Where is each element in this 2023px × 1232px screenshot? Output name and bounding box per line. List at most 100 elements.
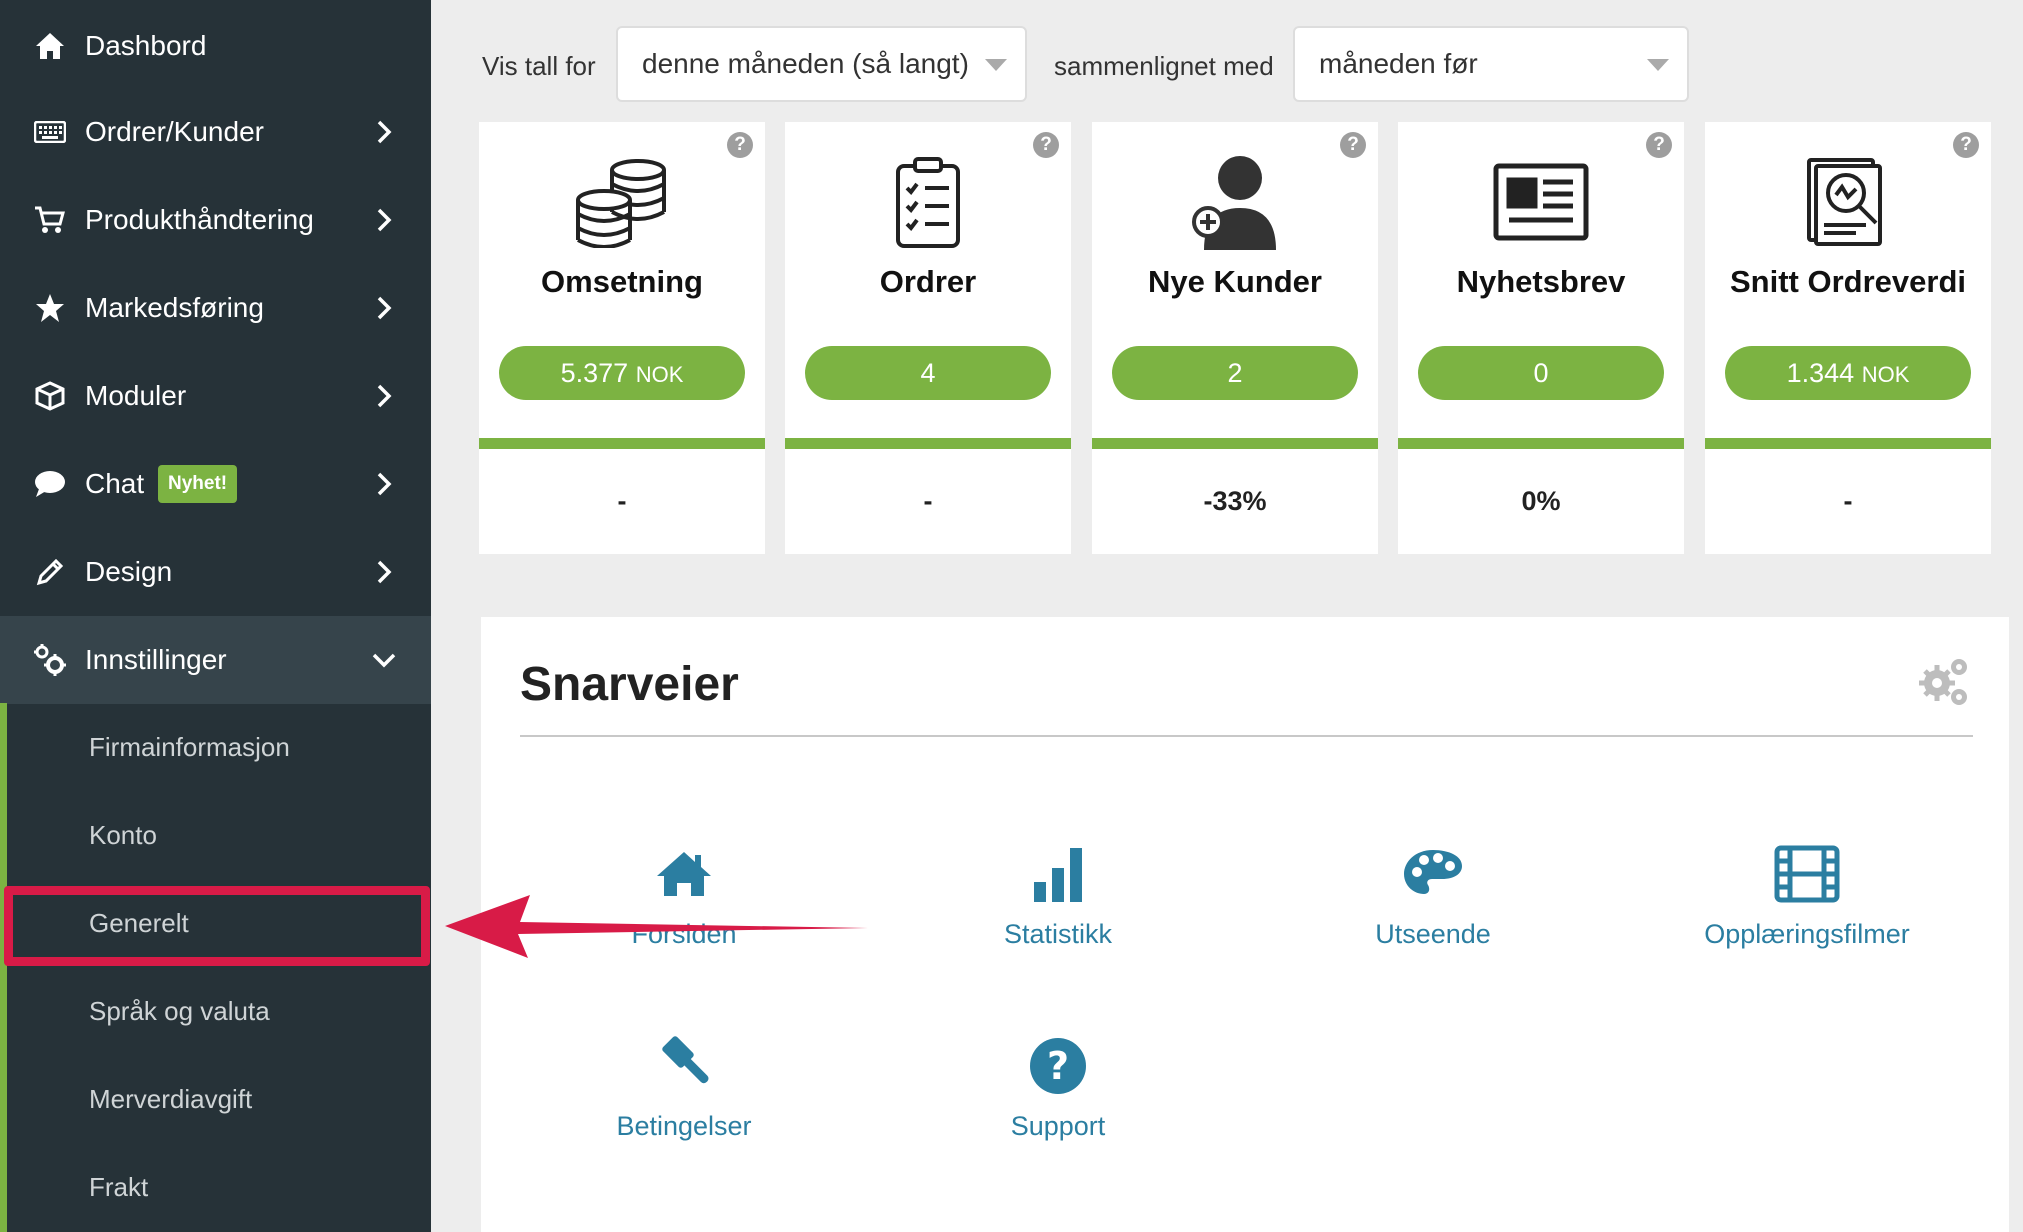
submenu-item-sprak-og-valuta[interactable]: Språk og valuta (7, 967, 431, 1055)
card-change: - (923, 486, 933, 516)
card-title: Snitt Ordreverdi (1730, 264, 1966, 299)
period-label: Vis tall for (482, 51, 596, 81)
card-value-pill: 1.344 NOK (1725, 346, 1971, 400)
dropdown-arrow-icon (985, 59, 1007, 71)
chevron-right-icon (377, 120, 392, 144)
dropdown-arrow-icon (1647, 59, 1669, 71)
card-divider-bar (479, 438, 765, 449)
submenu-item-label: Merverdiavgift (89, 1083, 253, 1114)
coins-icon (479, 152, 765, 252)
card-value: 4 (920, 358, 936, 388)
card-unit: NOK (635, 362, 684, 387)
card-title: Omsetning (541, 264, 703, 299)
sidebar-item-dashbord[interactable]: Dashbord (0, 2, 431, 90)
question-icon: ? (908, 1031, 1208, 1101)
shortcut-label: Betingelser (616, 1111, 752, 1141)
card-change: 0% (1521, 486, 1561, 516)
card-value-pill: 2 (1112, 346, 1358, 400)
submenu-item-label: Konto (89, 819, 157, 850)
submenu-item-label: Frakt (89, 1171, 149, 1202)
card-value: 1.344 (1786, 358, 1855, 388)
sidebar-item-label: Design (85, 556, 173, 587)
card-divider-bar (1705, 438, 1991, 449)
shortcut-utseende[interactable]: Utseende (1283, 839, 1583, 950)
submenu-item-konto[interactable]: Konto (7, 791, 431, 879)
shortcut-support[interactable]: ? Support (908, 1031, 1208, 1142)
cogs-icon (33, 643, 67, 677)
sidebar-item-label: Markedsføring (85, 292, 264, 323)
shortcut-label: Support (1010, 1111, 1106, 1141)
chevron-right-icon (377, 472, 392, 496)
compare-select[interactable]: måneden før (1293, 26, 1689, 102)
shortcuts-panel: Snarveier Forsiden Statistikk Utseende O… (481, 617, 2009, 1232)
card-title: Ordrer (879, 264, 977, 299)
stat-card-snitt-ordreverdi: ? Snitt Ordreverdi 1.344 NOK - (1705, 122, 1991, 554)
panel-title: Snarveier (520, 658, 739, 711)
sidebar-item-label: Dashbord (85, 30, 207, 61)
stat-card-nye-kunder: ? Nye Kunder 2 -33% (1092, 122, 1378, 554)
gears-icon[interactable] (1917, 653, 1973, 709)
home-icon (33, 29, 67, 63)
gavel-icon (534, 1031, 834, 1101)
panel-divider (520, 735, 1973, 737)
submenu-item-label: Språk og valuta (89, 995, 270, 1026)
sidebar-item-label: Innstillinger (85, 644, 227, 675)
new-badge: Nyhet! (158, 465, 238, 503)
chevron-down-icon (372, 653, 396, 668)
compare-select-value: måneden før (1319, 48, 1478, 79)
add-user-icon (1092, 152, 1378, 252)
star-icon (33, 291, 67, 325)
card-value-pill: 4 (805, 346, 1051, 400)
card-change: - (617, 486, 627, 516)
sidebar-item-label: Chat (85, 468, 145, 499)
report-search-icon (1705, 152, 1991, 252)
card-value-pill: 5.377 NOK (499, 346, 745, 400)
chevron-right-icon (377, 560, 392, 584)
card-change: -33% (1203, 486, 1267, 516)
keyboard-icon (33, 115, 67, 149)
card-unit: NOK (1861, 362, 1910, 387)
chevron-right-icon (377, 296, 392, 320)
sidebar-item-innstillinger[interactable]: Innstillinger (0, 616, 431, 704)
sidebar-item-moduler[interactable]: Moduler (0, 352, 431, 440)
stat-card-omsetning: ? Omsetning 5.377 NOK - (479, 122, 765, 554)
card-value: 5.377 (560, 358, 629, 388)
submenu-item-merverdiavgift[interactable]: Merverdiavgift (7, 1055, 431, 1143)
sidebar-item-markedsforing[interactable]: Markedsføring (0, 264, 431, 352)
home-icon (534, 839, 834, 909)
pencil-icon (33, 555, 67, 589)
period-select-value: denne måneden (så langt) (642, 48, 969, 79)
sidebar-item-label: Produkthåndtering (85, 204, 314, 235)
sidebar-item-ordrer-kunder[interactable]: Ordrer/Kunder (0, 88, 431, 176)
shortcut-opplaringsfilmer[interactable]: Opplæringsfilmer (1657, 839, 1957, 950)
card-value-pill: 0 (1418, 346, 1664, 400)
shortcut-forsiden[interactable]: Forsiden (534, 839, 834, 950)
stat-card-ordrer: ? Ordrer 4 - (785, 122, 1071, 554)
shortcut-statistikk[interactable]: Statistikk (908, 839, 1208, 950)
shortcut-label: Opplæringsfilmer (1704, 919, 1910, 949)
film-icon (1657, 839, 1957, 909)
highlight-annotation-box (4, 886, 430, 966)
chevron-right-icon (377, 384, 392, 408)
card-divider-bar (1398, 438, 1684, 449)
sidebar-item-design[interactable]: Design (0, 528, 431, 616)
shortcut-label: Utseende (1375, 919, 1491, 949)
sidebar-item-chat[interactable]: Chat Nyhet! (0, 440, 431, 528)
palette-icon (1283, 839, 1583, 909)
shortcut-betingelser[interactable]: Betingelser (534, 1031, 834, 1142)
submenu-item-firmainformasjon[interactable]: Firmainformasjon (7, 703, 431, 791)
sidebar-item-produkthandtering[interactable]: Produkthåndtering (0, 176, 431, 264)
cart-icon (33, 203, 67, 237)
card-title: Nye Kunder (1148, 264, 1322, 299)
period-select[interactable]: denne måneden (så langt) (616, 26, 1027, 102)
bar-chart-icon (908, 839, 1208, 909)
submenu-item-label: Firmainformasjon (89, 731, 290, 762)
svg-text:?: ? (1047, 1044, 1069, 1088)
submenu-item-frakt[interactable]: Frakt (7, 1143, 431, 1231)
card-divider-bar (1092, 438, 1378, 449)
sidebar: Dashbord Ordrer/Kunder Produkthåndtering… (0, 0, 431, 1232)
card-divider-bar (785, 438, 1071, 449)
card-title: Nyhetsbrev (1456, 264, 1626, 299)
chevron-right-icon (377, 208, 392, 232)
shortcut-label: Forsiden (631, 919, 737, 949)
